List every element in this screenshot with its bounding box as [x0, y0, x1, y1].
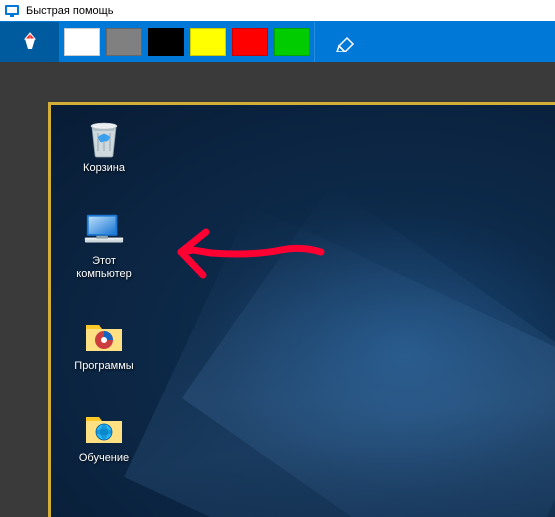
folder-learning-icon: [83, 407, 125, 449]
color-green[interactable]: [274, 28, 310, 56]
pen-tool-button[interactable]: [0, 22, 60, 62]
color-palette: [60, 22, 315, 62]
desktop-icon-this-pc[interactable]: Этот компьютер: [65, 210, 143, 282]
eraser-tool-button[interactable]: [315, 22, 375, 62]
app-icon: [4, 3, 20, 19]
desktop-icon-recycle-bin[interactable]: Корзина: [65, 117, 143, 176]
color-gray[interactable]: [106, 28, 142, 56]
desktop-icon-programs[interactable]: Программы: [65, 315, 143, 374]
desktop-icon-label: Программы: [65, 359, 143, 374]
titlebar: Быстрая помощь: [0, 0, 555, 22]
recycle-bin-icon: [83, 117, 125, 159]
computer-icon: [83, 210, 125, 252]
color-yellow[interactable]: [190, 28, 226, 56]
desktop-icon-label: Обучение: [65, 451, 143, 466]
color-black[interactable]: [148, 28, 184, 56]
folder-programs-icon: [83, 315, 125, 357]
content-area: Корзина Этот компьютер: [0, 62, 555, 517]
window-title: Быстрая помощь: [26, 5, 113, 17]
desktop-icon-label: Этот компьютер: [65, 254, 143, 282]
annotation-toolbar: [0, 22, 555, 62]
desktop-icon-learning[interactable]: Обучение: [65, 407, 143, 466]
color-red[interactable]: [232, 28, 268, 56]
desktop-icon-label: Корзина: [65, 161, 143, 176]
remote-desktop-viewport: Корзина Этот компьютер: [48, 102, 555, 517]
color-white[interactable]: [64, 28, 100, 56]
